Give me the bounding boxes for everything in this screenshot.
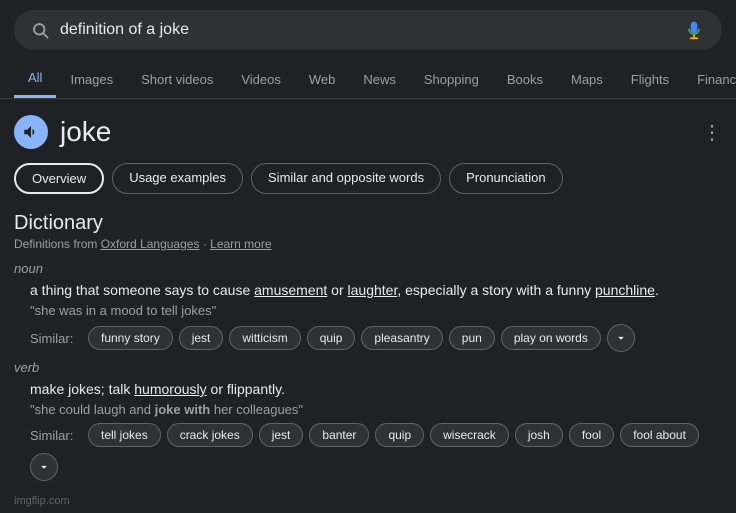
verb-similar-label: Similar: — [30, 428, 82, 443]
tab-finance[interactable]: Finance — [683, 62, 736, 97]
pos-noun: noun — [14, 261, 722, 276]
pill-overview[interactable]: Overview — [14, 163, 104, 194]
tag-fool-about[interactable]: fool about — [620, 423, 699, 447]
verb-similar-row: Similar: tell jokes crack jokes jest ban… — [30, 423, 722, 481]
tab-all[interactable]: All — [14, 60, 56, 98]
tag-jest-noun[interactable]: jest — [179, 326, 224, 350]
dictionary-source: Definitions from Oxford Languages · Lear… — [14, 237, 722, 251]
search-bar: definition of a joke — [14, 10, 722, 50]
noun-example: "she was in a mood to tell jokes" — [30, 303, 722, 318]
amusement-link[interactable]: amusement — [254, 282, 327, 298]
dictionary-section: Dictionary Definitions from Oxford Langu… — [0, 202, 736, 481]
verb-definition-block: make jokes; talk humorously or flippantl… — [14, 379, 722, 481]
oxford-link[interactable]: Oxford Languages — [101, 237, 200, 251]
verb-definition: make jokes; talk humorously or flippantl… — [30, 379, 722, 400]
tag-jest-verb[interactable]: jest — [259, 423, 304, 447]
pill-pronunciation[interactable]: Pronunciation — [449, 163, 563, 194]
tab-shopping[interactable]: Shopping — [410, 62, 493, 97]
learn-more-link[interactable]: Learn more — [210, 237, 271, 251]
tab-maps[interactable]: Maps — [557, 62, 617, 97]
tag-crack-jokes[interactable]: crack jokes — [167, 423, 253, 447]
tab-flights[interactable]: Flights — [617, 62, 683, 97]
tag-pun[interactable]: pun — [449, 326, 495, 350]
humorously-link[interactable]: humorously — [134, 381, 206, 397]
laughter-link[interactable]: laughter — [348, 282, 398, 298]
word-title: joke — [60, 116, 111, 148]
tag-quip-noun[interactable]: quip — [307, 326, 356, 350]
tag-tell-jokes[interactable]: tell jokes — [88, 423, 161, 447]
pos-verb: verb — [14, 360, 722, 375]
tab-news[interactable]: News — [349, 62, 410, 97]
search-query[interactable]: definition of a joke — [60, 21, 672, 39]
verb-example: "she could laugh and joke with her colle… — [30, 402, 722, 417]
tab-web[interactable]: Web — [295, 62, 350, 97]
noun-similar-label: Similar: — [30, 331, 82, 346]
tab-videos[interactable]: Videos — [227, 62, 295, 97]
tag-quip-verb[interactable]: quip — [375, 423, 424, 447]
tag-pleasantry[interactable]: pleasantry — [361, 326, 442, 350]
page-footer: imgflip.com — [0, 489, 736, 513]
speaker-button[interactable] — [14, 115, 48, 149]
tab-images[interactable]: Images — [56, 62, 127, 97]
noun-definition: a thing that someone says to cause amuse… — [30, 280, 722, 301]
tag-funny-story[interactable]: funny story — [88, 326, 173, 350]
search-icon — [30, 20, 50, 40]
noun-definition-block: a thing that someone says to cause amuse… — [14, 280, 722, 352]
tag-play-on-words[interactable]: play on words — [501, 326, 601, 350]
noun-similar-row: Similar: funny story jest witticism quip… — [30, 324, 722, 352]
tag-fool[interactable]: fool — [569, 423, 614, 447]
tab-pills: Overview Usage examples Similar and oppo… — [0, 155, 736, 202]
punchline-link[interactable]: punchline — [595, 282, 655, 298]
nav-tabs: All Images Short videos Videos Web News … — [0, 60, 736, 99]
word-header: joke ⋮ — [0, 99, 736, 155]
pill-usage[interactable]: Usage examples — [112, 163, 243, 194]
tag-witticism[interactable]: witticism — [229, 326, 300, 350]
more-options-icon[interactable]: ⋮ — [702, 120, 722, 145]
tab-short-videos[interactable]: Short videos — [127, 62, 227, 97]
tag-banter[interactable]: banter — [309, 423, 369, 447]
noun-expand-button[interactable] — [607, 324, 635, 352]
voice-icon[interactable] — [682, 18, 706, 42]
tab-books[interactable]: Books — [493, 62, 557, 97]
dictionary-title: Dictionary — [14, 212, 722, 235]
tag-josh[interactable]: josh — [515, 423, 563, 447]
verb-expand-button[interactable] — [30, 453, 58, 481]
tag-wisecrack[interactable]: wisecrack — [430, 423, 509, 447]
pill-similar[interactable]: Similar and opposite words — [251, 163, 441, 194]
